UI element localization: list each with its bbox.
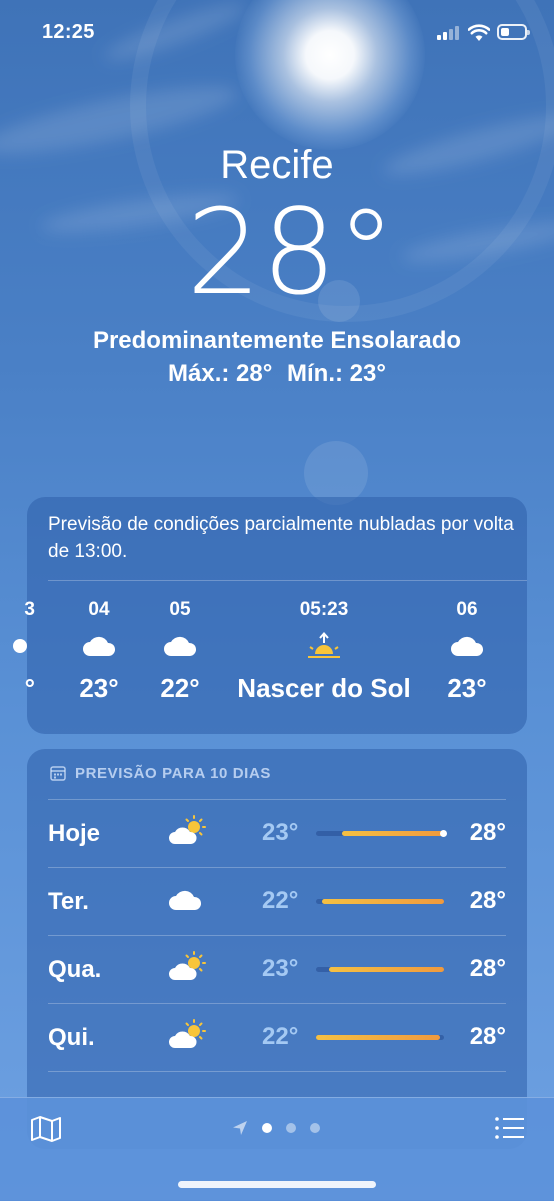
sunrise-icon bbox=[308, 631, 340, 658]
temperature-range-bar bbox=[316, 830, 447, 837]
day-name: Qua. bbox=[48, 956, 102, 983]
hour-temperature: Nascer do Sol bbox=[237, 673, 411, 703]
day-name: Hoje bbox=[48, 820, 101, 847]
hourly-item[interactable]: 3 ° bbox=[13, 599, 35, 704]
cloud-icon bbox=[169, 890, 202, 910]
map-icon[interactable] bbox=[30, 1115, 62, 1143]
hourly-summary: Previsão de condições parcialmente nubla… bbox=[48, 514, 514, 562]
city-name: Recife bbox=[220, 143, 334, 187]
page-dot bbox=[310, 1123, 320, 1133]
page-indicator[interactable] bbox=[232, 1118, 332, 1138]
partly-sunny-icon bbox=[169, 1019, 206, 1048]
hour-label: 3 bbox=[24, 599, 35, 620]
partly-sunny-icon bbox=[169, 951, 206, 980]
day-row[interactable]: Ter. 22° 28° bbox=[48, 868, 506, 936]
day-high-temperature: 28° bbox=[469, 887, 506, 914]
sun-icon bbox=[13, 639, 27, 653]
day-name: Ter. bbox=[48, 888, 89, 915]
temperature-range-fill bbox=[341, 831, 444, 836]
day-low-temperature: 23° bbox=[262, 819, 299, 846]
calendar-icon bbox=[50, 766, 66, 781]
day-high-temperature: 28° bbox=[469, 1023, 506, 1050]
ten-day-forecast-card[interactable]: PREVISÃO PARA 10 DIAS Hoje 23° 28° Ter. … bbox=[27, 749, 527, 1149]
weather-condition: Predominantemente Ensolarado bbox=[92, 327, 462, 354]
hour-label: 05:23 bbox=[299, 599, 349, 620]
day-low-temperature: 22° bbox=[262, 887, 299, 914]
status-bar: 12:25 bbox=[0, 0, 554, 66]
divider bbox=[48, 1071, 506, 1072]
partly-sunny-icon bbox=[169, 815, 206, 844]
day-name: Qui. bbox=[48, 1024, 95, 1051]
high-low-temperatures: Máx.: 28° Mín.: 23° bbox=[0, 360, 554, 388]
hour-temperature: 22° bbox=[160, 673, 200, 703]
wifi-icon bbox=[468, 24, 490, 41]
lens-flare bbox=[304, 441, 368, 505]
hourly-forecast-card[interactable]: Previsão de condições parcialmente nubla… bbox=[13, 497, 527, 734]
cloud-icon bbox=[164, 636, 197, 656]
day-high-temperature: 28° bbox=[469, 819, 506, 846]
divider bbox=[48, 580, 527, 581]
temperature-range-bar bbox=[316, 1035, 444, 1040]
location-arrow-icon bbox=[233, 1121, 247, 1135]
hour-label: 05 bbox=[169, 599, 191, 620]
temperature-range-bar bbox=[316, 899, 444, 904]
cloud-icon bbox=[451, 636, 484, 656]
day-row[interactable]: Hoje 23° 28° bbox=[48, 800, 506, 868]
ten-day-header: PREVISÃO PARA 10 DIAS bbox=[75, 765, 271, 782]
hourly-item[interactable]: 04 23° bbox=[71, 599, 127, 704]
temperature-range-fill bbox=[322, 899, 444, 904]
hourly-item[interactable]: 06 23° bbox=[439, 599, 495, 704]
list-icon[interactable] bbox=[494, 1115, 526, 1141]
temperature-range-fill bbox=[316, 1035, 441, 1040]
hour-temperature: ° bbox=[24, 673, 35, 703]
low-temperature: Mín.: 23° bbox=[287, 360, 386, 387]
status-time: 12:25 bbox=[42, 21, 95, 43]
hour-label: 06 bbox=[456, 599, 478, 620]
temperature-range-fill bbox=[328, 967, 444, 972]
page-dot bbox=[286, 1123, 296, 1133]
day-row[interactable]: Qui. 22° 28° bbox=[48, 1004, 506, 1072]
battery-icon bbox=[497, 24, 530, 40]
cloud-icon bbox=[83, 636, 116, 656]
hourly-item[interactable]: 05 22° bbox=[152, 599, 208, 704]
cellular-signal-icon bbox=[437, 26, 461, 40]
day-row[interactable]: Qua. 23° 28° bbox=[48, 936, 506, 1004]
home-indicator[interactable] bbox=[178, 1181, 376, 1188]
hourly-item[interactable]: 05:23 Nascer do Sol bbox=[232, 599, 416, 704]
hour-temperature: 23° bbox=[79, 673, 119, 703]
temperature-range-bar bbox=[316, 967, 444, 972]
current-temperature: 28° bbox=[186, 183, 396, 321]
day-low-temperature: 22° bbox=[262, 1023, 299, 1050]
hour-label: 04 bbox=[88, 599, 110, 620]
page-dot-active bbox=[262, 1123, 272, 1133]
day-high-temperature: 28° bbox=[469, 955, 506, 982]
current-temperature-dot bbox=[440, 830, 447, 837]
high-temperature: Máx.: 28° bbox=[168, 360, 273, 387]
hour-temperature: 23° bbox=[447, 673, 487, 703]
day-low-temperature: 23° bbox=[262, 955, 299, 982]
